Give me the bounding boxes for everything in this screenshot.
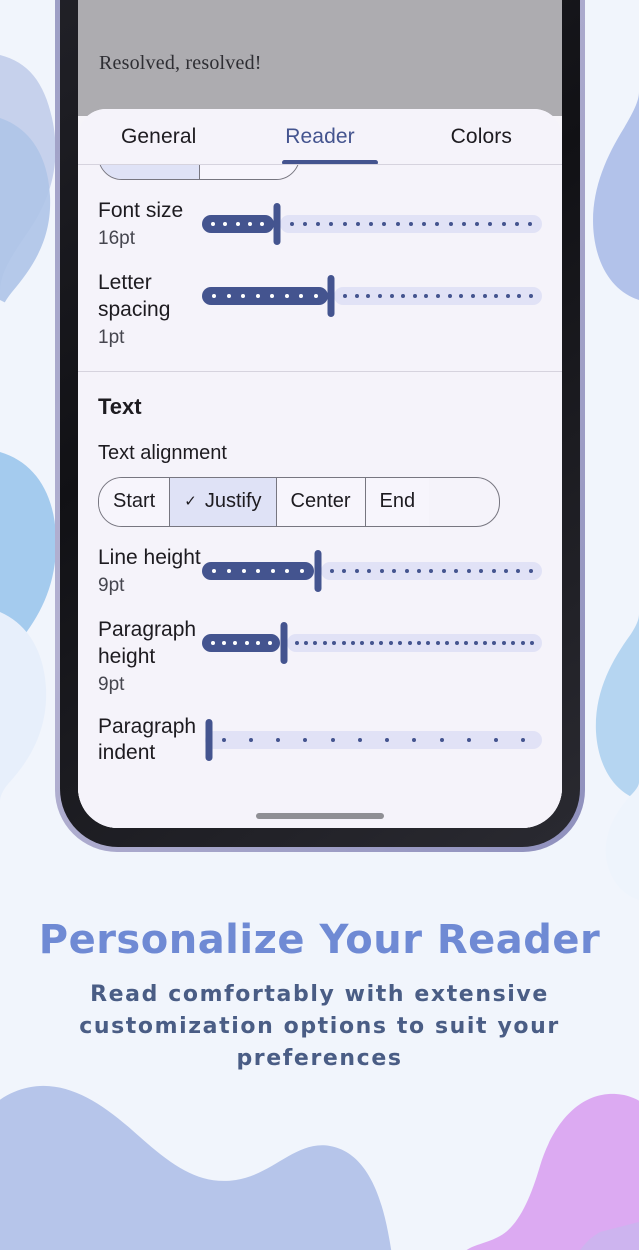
letter-spacing-value: 1pt [98,326,125,348]
font-style-option-normal-label: Normal [129,165,187,167]
font-size-slider[interactable] [202,196,542,252]
slider-active-track [202,561,315,580]
text-alignment-segmented-control[interactable]: Start ✓ Justify Center End [98,476,500,527]
letter-spacing-slider[interactable] [202,268,542,324]
settings-scroll-body[interactable]: ✓ Normal Italic Font size [78,165,562,828]
slider-handle[interactable] [327,275,335,317]
slider-inactive-track [286,633,542,652]
paragraph-height-name: Paragraph height [98,617,197,668]
setting-row-letter-spacing: Letter spacing 1pt [98,268,542,349]
font-style-option-italic[interactable]: Italic [199,165,299,179]
font-style-option-normal[interactable]: ✓ Normal [99,165,199,179]
slider-handle[interactable] [314,549,322,592]
font-size-value: 16pt [98,227,135,249]
section-divider [78,370,562,372]
slider-inactive-track [205,730,542,749]
promo-screenshot-page: Resolved, resolved! General Reader Color… [0,0,639,1250]
line-height-label-block: Line height 9pt [98,543,202,597]
setting-row-line-height: Line height 9pt [98,543,542,599]
alignment-option-end[interactable]: End [365,477,430,526]
slider-inactive-track [334,287,542,305]
slider-tick-dots [287,634,542,652]
font-style-option-italic-label: Italic [230,165,269,167]
font-size-label-block: Font size 16pt [98,196,202,250]
letter-spacing-label-block: Letter spacing 1pt [98,268,202,349]
slider-active-track [202,633,281,652]
paragraph-indent-name: Paragraph indent [98,714,197,765]
text-alignment-label: Text alignment [98,441,227,464]
setting-row-paragraph-indent: Paragraph indent [98,712,542,771]
slider-active-track [202,287,328,305]
line-height-slider[interactable] [202,543,542,599]
alignment-option-end-label: End [379,490,416,513]
check-icon: ✓ [184,493,197,511]
font-style-segmented-control[interactable]: ✓ Normal Italic [98,165,300,180]
phone-mockup: Resolved, resolved! General Reader Color… [55,0,585,852]
slider-tick-dots [202,287,328,305]
settings-content: ✓ Normal Italic Font size [78,165,562,770]
slider-tick-dots [205,731,542,749]
slider-handle[interactable] [280,621,288,664]
slider-tick-dots [280,215,542,233]
font-size-name: Font size [98,199,184,222]
paragraph-height-slider[interactable] [202,615,542,671]
tab-general[interactable]: General [78,125,239,149]
slider-tick-dots [202,562,314,580]
promo-title: Personalize Your Reader [38,917,601,963]
alignment-option-justify-label: Justify [204,490,262,513]
slider-tick-dots [202,634,280,652]
paragraph-height-label-block: Paragraph height 9pt [98,615,202,696]
tab-reader[interactable]: Reader [239,125,400,149]
paragraph-indent-slider[interactable] [202,712,542,768]
book-visible-text: Resolved, resolved! [99,52,262,74]
promo-subtitle: Read comfortably with extensive customiz… [79,982,560,1071]
alignment-option-center-label: Center [290,490,351,513]
slider-active-track [202,215,274,233]
text-section-title: Text [98,393,142,419]
slider-handle[interactable] [205,718,213,761]
slider-tick-dots [334,287,542,305]
alignment-option-center[interactable]: Center [276,477,365,526]
settings-tab-bar: General Reader Colors [78,109,562,165]
alignment-option-start[interactable]: Start [99,477,170,526]
slider-tick-dots [321,562,542,580]
letter-spacing-name: Letter spacing [98,271,171,321]
paragraph-indent-label-block: Paragraph indent [98,712,202,771]
line-height-name: Line height [98,545,201,569]
setting-row-paragraph-height: Paragraph height 9pt [98,615,542,696]
settings-bottom-sheet: General Reader Colors ✓ Normal [78,109,562,828]
slider-tick-dots [202,215,274,233]
slider-inactive-track [320,561,542,580]
promo-copy: Personalize Your Reader Read comfortably… [0,918,639,1075]
slider-handle[interactable] [273,203,281,245]
line-height-value: 9pt [98,574,125,596]
slider-inactive-track [280,215,542,233]
phone-screen: Resolved, resolved! General Reader Color… [78,0,562,828]
alignment-option-start-label: Start [113,490,156,513]
home-indicator [256,813,384,819]
tab-colors[interactable]: Colors [401,125,562,149]
alignment-option-justify[interactable]: ✓ Justify [170,477,276,526]
paragraph-height-value: 9pt [98,673,125,695]
setting-row-font-size: Font size 16pt [98,196,542,252]
